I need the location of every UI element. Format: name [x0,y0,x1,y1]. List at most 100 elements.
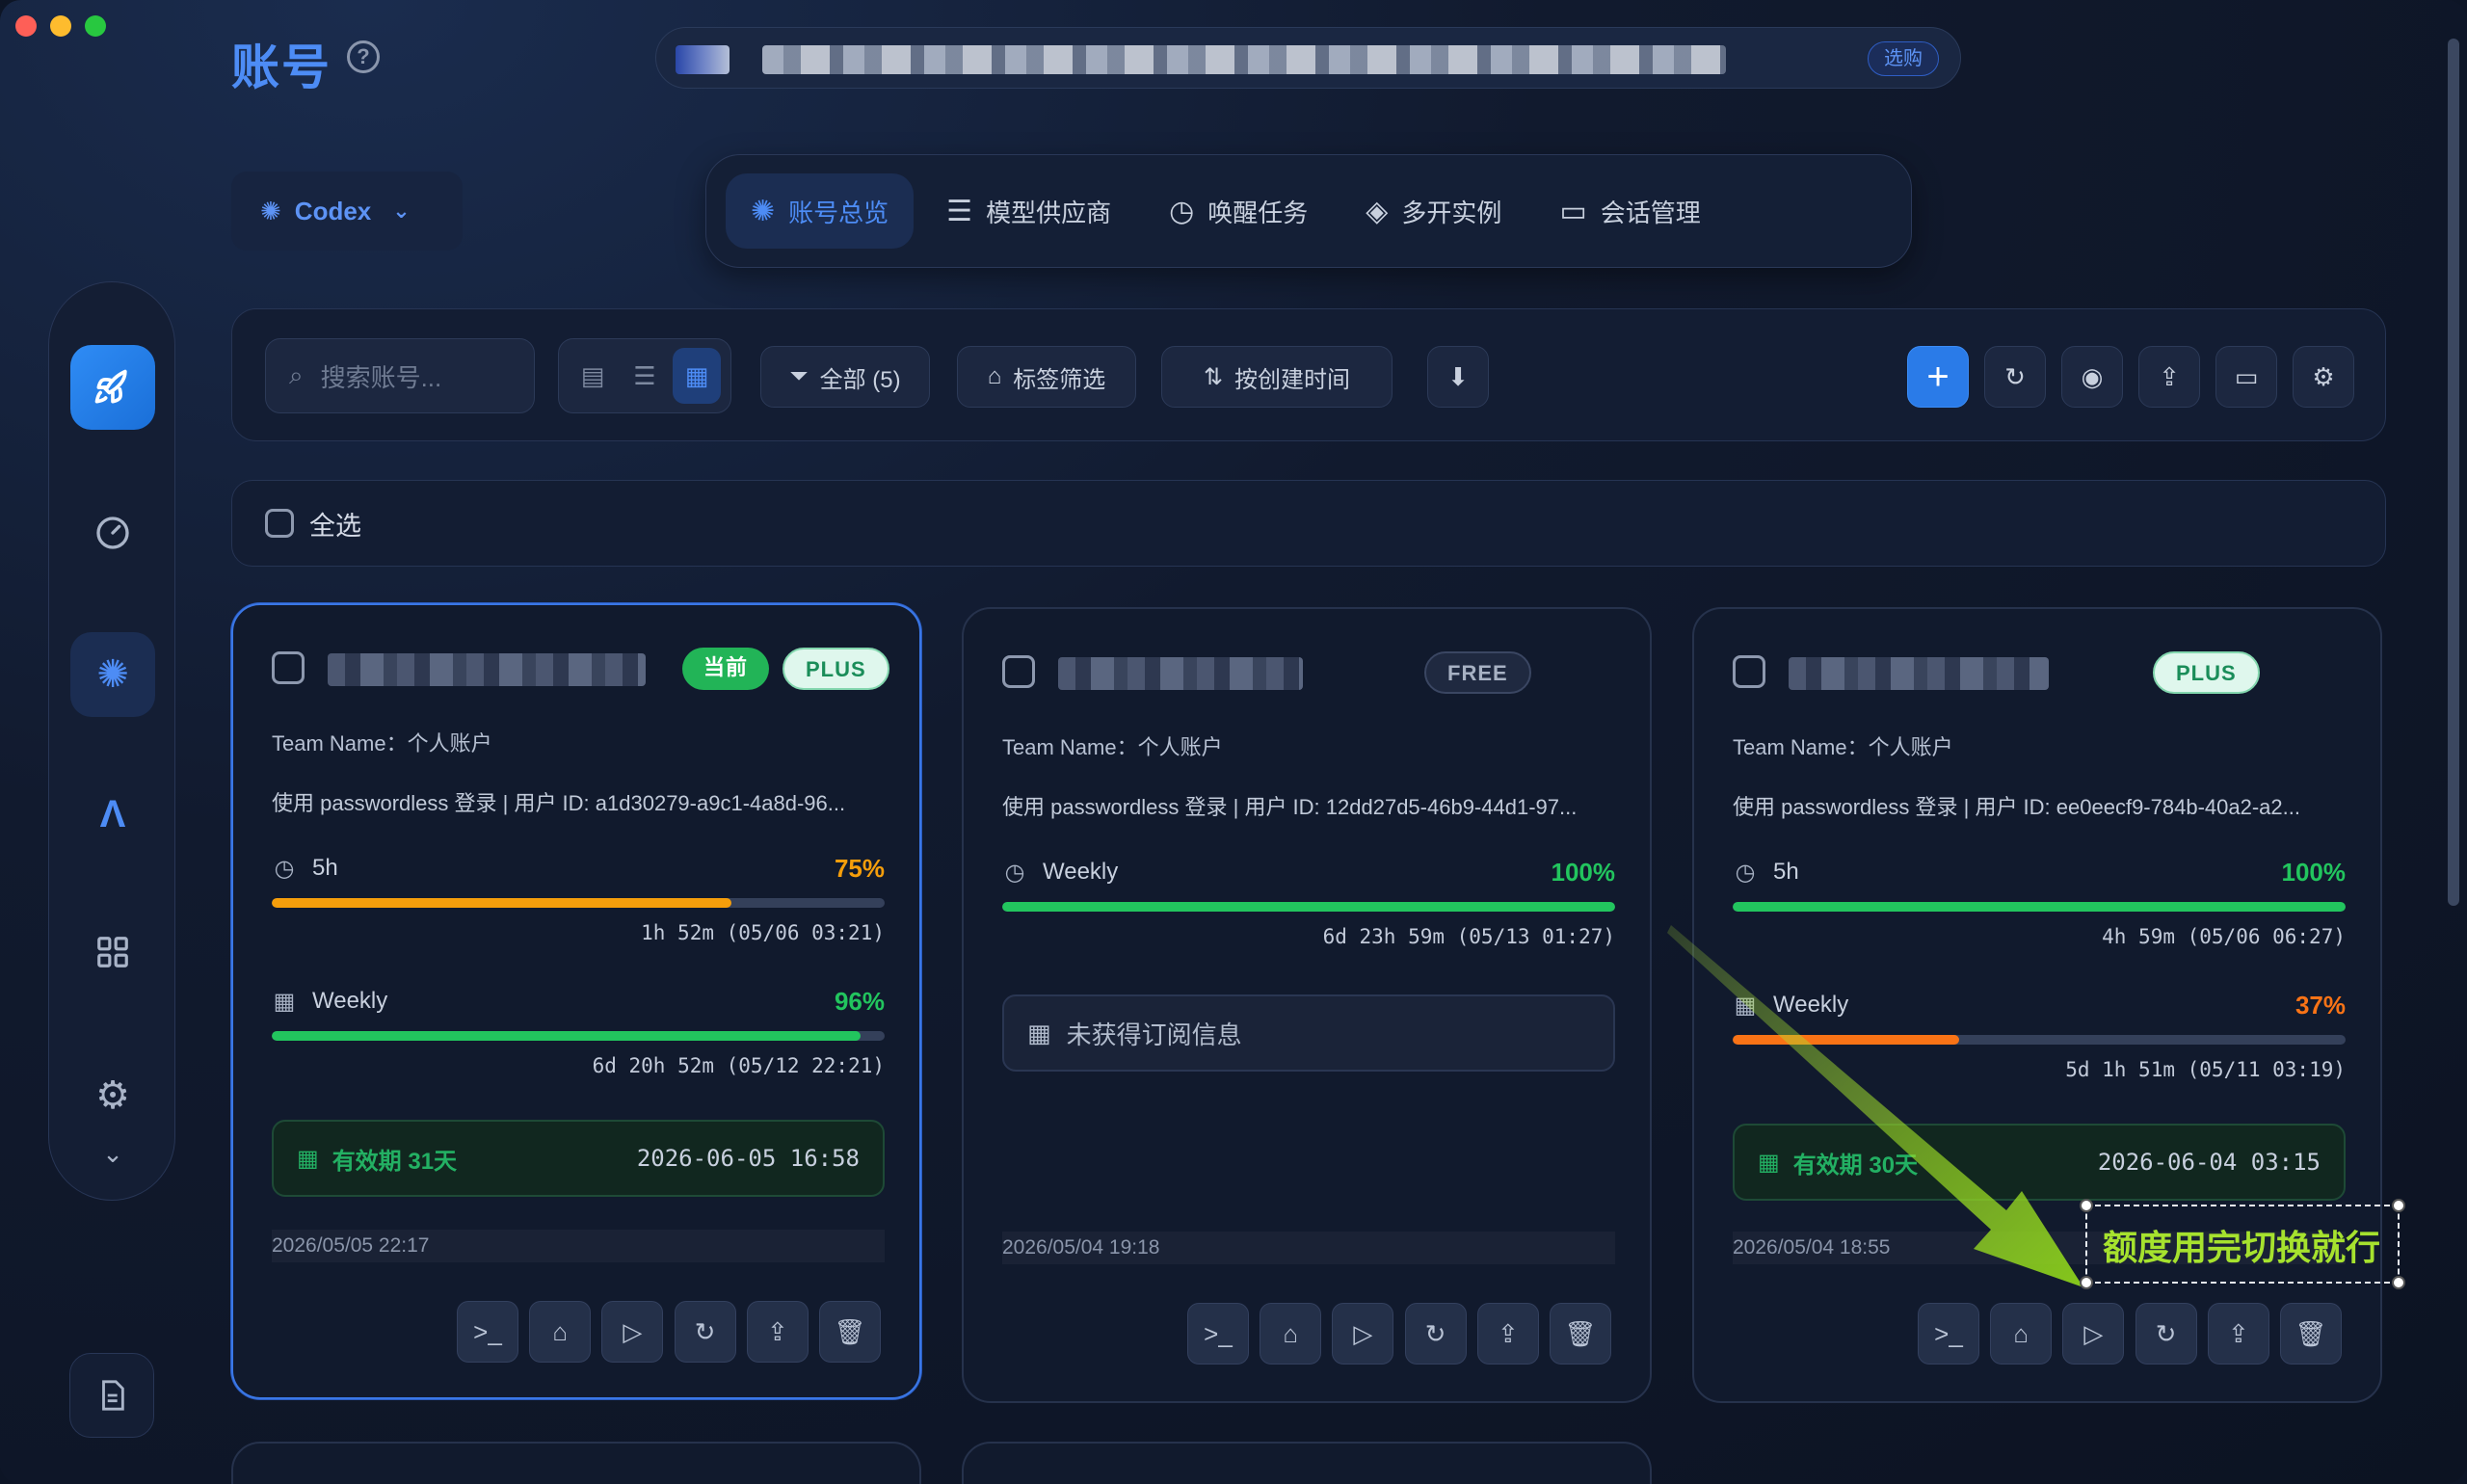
terminal-button[interactable]: >_ [1187,1303,1249,1365]
trash-icon: 🗑 [834,1316,866,1346]
eye-icon: ◉ [2081,361,2104,391]
add-account-button[interactable]: + [1907,346,1969,408]
quota-percent: 100% [2281,857,2347,887]
layers-icon: ◈ [1366,195,1389,227]
scrollbar[interactable] [2448,39,2459,906]
switch-account-button[interactable]: ▷ [1332,1303,1394,1365]
select-all-row[interactable]: 全选 [231,480,2386,567]
plan-badge: FREE [1424,651,1531,694]
login-info: 使用 passwordless 登录 | 用户 ID: 12dd27d5-46b… [1002,795,1578,819]
export-account-button[interactable]: ⇪ [746,1301,809,1363]
tab-label: 账号总览 [788,198,889,227]
upload-icon: ⇪ [766,1316,788,1346]
purchase-button[interactable]: 选购 [1868,41,1939,76]
delete-account-button[interactable]: 🗑 [818,1301,881,1363]
quota-weekly: ◷ Weekly 100% 6d 23h 59m (05/13 01:27) [1002,858,1615,948]
delete-account-button[interactable]: 🗑 [1549,1303,1611,1365]
close-window-button[interactable] [15,15,37,37]
terminal-button[interactable]: >_ [1918,1303,1979,1365]
model-picker-label: Codex [294,196,372,225]
search-input[interactable]: ⌕ 搜索账号... [265,338,535,413]
open-folder-button[interactable]: ▭ [2215,346,2277,408]
tag-filter-button[interactable]: ⌂ 标签筛选 [957,346,1136,408]
minimize-window-button[interactable] [50,15,71,37]
tag-button[interactable]: ⌂ [1990,1303,2053,1365]
account-card-partial[interactable] [962,1442,1652,1484]
tag-button[interactable]: ⌂ [1260,1303,1322,1365]
sidebar-item-codex[interactable]: ✺ [70,632,155,717]
grid-icon: ▦ [684,360,709,390]
tab-session-management[interactable]: ▭ 会话管理 [1534,173,1725,249]
refresh-quota-button[interactable]: ↻ [674,1301,736,1363]
sort-icon: ⇅ [1203,363,1224,390]
sidebar-item-dashboard[interactable] [70,490,155,575]
folder-icon: ▭ [2234,361,2259,391]
tab-account-overview[interactable]: ✺ 账号总览 [726,173,915,249]
settings-icon: ⚙ [95,1074,130,1117]
quota-label: Weekly [1773,992,1849,1018]
terminal-button[interactable]: >_ [457,1301,518,1363]
view-compact-button[interactable]: ▤ [569,348,617,404]
quota-bar-fill [272,898,731,908]
sort-select[interactable]: ⇅ 按创建时间 [1161,346,1393,408]
account-card[interactable]: PLUS Team Name：个人账户 使用 passwordless 登录 |… [1692,607,2382,1403]
quota-reset: 4h 59m (05/06 06:27) [2102,925,2346,948]
export-account-button[interactable]: ⇪ [1476,1303,1539,1365]
account-card[interactable]: 当前 PLUS Team Name：个人账户 使用 passwordless 登… [231,603,921,1399]
sidebar-item-apps[interactable] [70,910,155,994]
resize-handle[interactable] [2392,1199,2405,1212]
export-button[interactable]: ⇪ [2138,346,2200,408]
sidebar-item-rocket[interactable] [70,345,155,430]
tab-model-providers[interactable]: ☰ 模型供应商 [921,173,1136,249]
toggle-visibility-button[interactable]: ◉ [2061,346,2123,408]
switch-account-button[interactable]: ▷ [601,1301,664,1363]
login-info: 使用 passwordless 登录 | 用户 ID: a1d30279-a9c… [272,791,846,815]
quota-percent: 96% [834,986,885,1016]
resize-handle[interactable] [2080,1199,2093,1212]
upload-icon: ⇪ [2227,1318,2249,1348]
view-grid-button[interactable]: ▦ [673,348,721,404]
model-picker[interactable]: ✺ Codex ⌄ [231,172,463,251]
refresh-quota-button[interactable]: ↻ [1404,1303,1467,1365]
quota-5h: ◷ 5h 75% 1h 52m (05/06 03:21) [272,854,885,944]
delete-account-button[interactable]: 🗑 [2279,1303,2342,1365]
clock-icon: ◷ [1735,859,1756,886]
refresh-quota-button[interactable]: ↻ [2135,1303,2197,1365]
select-all-checkbox[interactable] [265,509,294,538]
account-card[interactable]: FREE Team Name：个人账户 使用 passwordless 登录 |… [962,607,1652,1403]
tab-wakeup-tasks[interactable]: ◷ 唤醒任务 [1144,173,1333,249]
sort-direction-button[interactable]: ⬇ [1427,346,1489,408]
account-checkbox[interactable] [1733,655,1765,688]
trash-icon: 🗑 [2295,1318,2327,1348]
question-circle-icon[interactable]: ? [347,40,380,73]
account-card-partial[interactable] [231,1442,921,1484]
refresh-button[interactable]: ↻ [1984,346,2046,408]
tab-label: 多开实例 [1401,198,1502,227]
table-icon: ▤ [580,360,605,390]
calendar-icon: ▦ [273,988,296,1015]
sidebar-docs-button[interactable] [69,1353,154,1438]
play-icon: ▷ [623,1316,643,1346]
resize-handle[interactable] [2392,1276,2405,1289]
view-mode-switch: ▤ ☰ ▦ [558,338,731,413]
toolbar: ⌕ 搜索账号... ▤ ☰ ▦ ⏷ 全部 (5) ⌂ 标签筛选 ⇅ 按创建时间 … [231,308,2386,441]
maximize-window-button[interactable] [85,15,106,37]
tab-multi-instances[interactable]: ◈ 多开实例 [1340,173,1526,249]
resize-handle[interactable] [2080,1276,2093,1289]
filter-all-button[interactable]: ⏷ 全部 (5) [760,346,930,408]
tag-button[interactable]: ⌂ [529,1301,592,1363]
view-list-button[interactable]: ☰ [621,348,669,404]
account-checkbox[interactable] [1002,655,1035,688]
quota-reset: 6d 20h 52m (05/12 22:21) [592,1054,885,1077]
export-account-button[interactable]: ⇪ [2207,1303,2269,1365]
upload-icon: ⇪ [2159,361,2180,391]
sidebar: ✺ Λ ⚙ ⌄ [48,281,175,1201]
sidebar-expand-button[interactable]: ⌄ [70,1125,155,1182]
sidebar-item-antigravity[interactable]: Λ [70,772,155,857]
switch-account-button[interactable]: ▷ [2062,1303,2125,1365]
document-icon [102,1380,124,1411]
annotation-textbox[interactable]: 额度用完切换就行 [2080,1199,2405,1289]
apps-grid-icon [97,937,128,967]
settings-button[interactable]: ⚙ [2293,346,2354,408]
account-checkbox[interactable] [272,651,305,684]
